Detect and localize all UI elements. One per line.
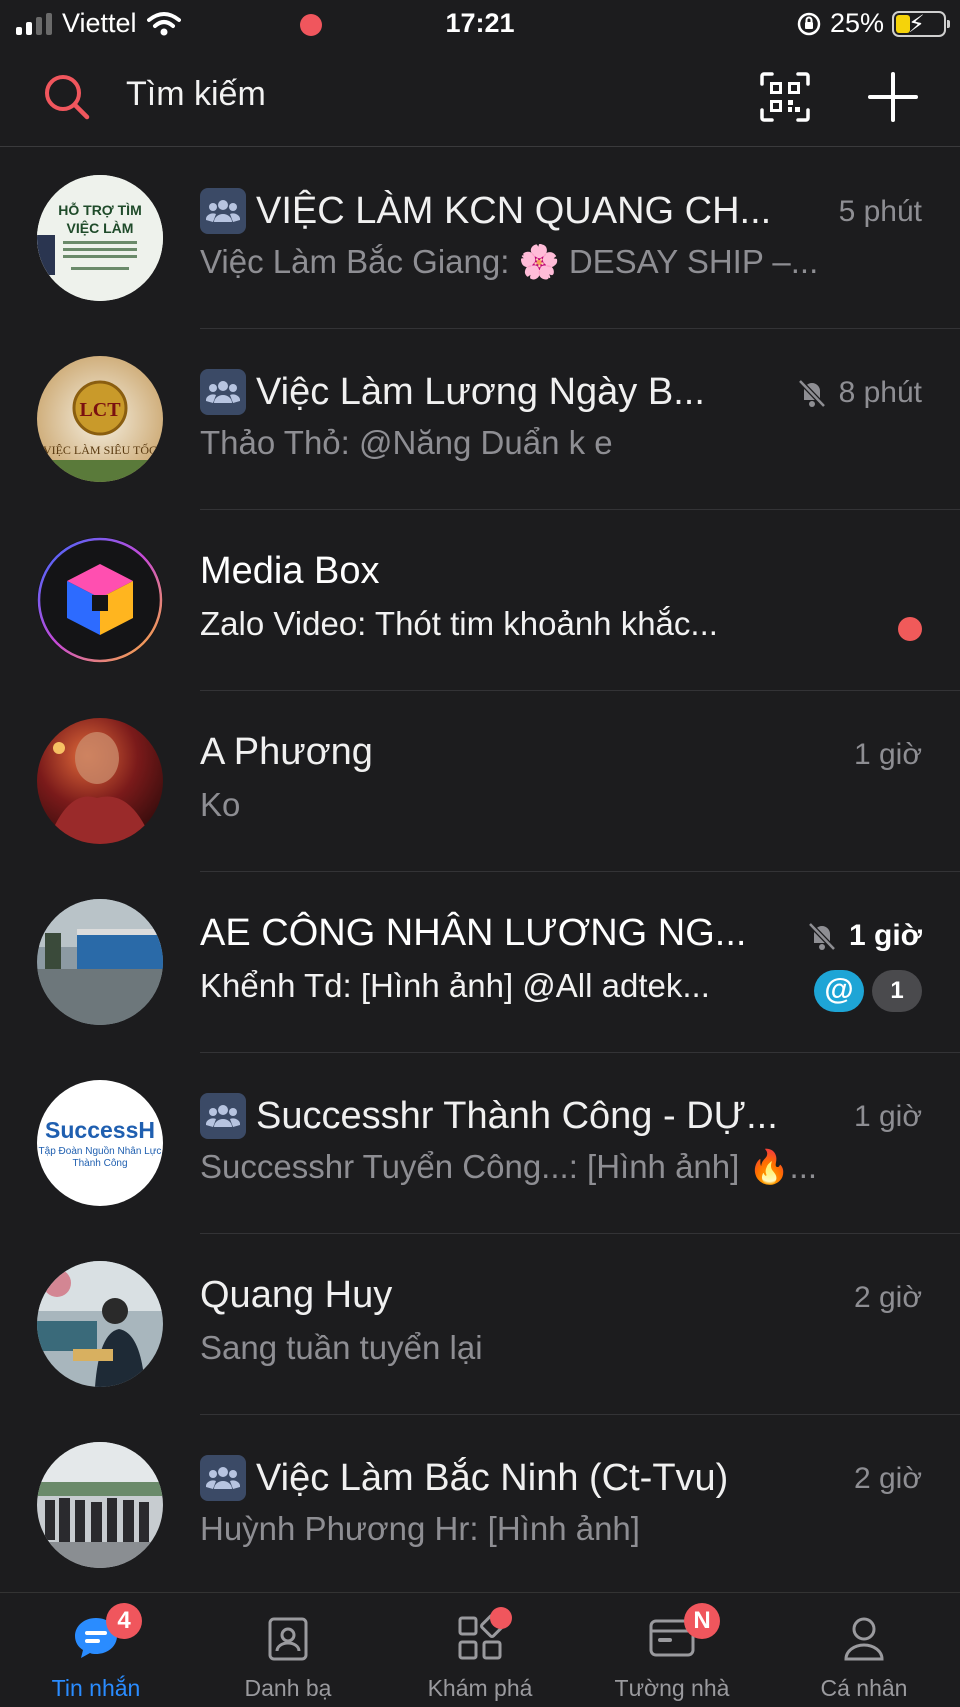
muted-bell-icon <box>797 379 826 408</box>
search-input[interactable]: Tìm kiếm <box>126 75 266 114</box>
group-icon <box>200 369 246 415</box>
svg-text:SuccessH: SuccessH <box>45 1117 155 1143</box>
conversation-item[interactable]: HỖ TRỢ TÌM VIỆC LÀM VIỆC LÀM KCN QUANG C… <box>0 148 960 329</box>
conversation-time: 1 giờ <box>853 738 922 771</box>
conversation-preview: Thảo Thỏ: @Năng Duẩn k e <box>200 424 613 461</box>
avatar <box>37 1261 163 1387</box>
avatar <box>37 899 163 1025</box>
unread-dot <box>898 617 922 641</box>
conversation-time: 1 giờ <box>853 1100 922 1133</box>
conversation-preview: Ko <box>200 786 241 823</box>
muted-bell-icon <box>808 922 836 951</box>
conversation-preview: Sang tuần tuyển lại <box>200 1329 483 1366</box>
conversation-title: Successhr Thành Công - DỰ... <box>256 1094 778 1137</box>
conversation-preview: Khểnh Td: [Hình ảnh] @All adtek... <box>200 967 710 1004</box>
conversation-time: 2 giờ <box>853 1462 922 1495</box>
conversation-title: Việc Làm Bắc Ninh (Ct-Tvu) <box>256 1456 729 1499</box>
notification-dot <box>300 14 322 36</box>
top-bar: Tìm kiếm <box>0 50 960 147</box>
conversation-time: 2 giờ <box>853 1281 922 1314</box>
conversation-title: Quang Huy <box>200 1274 393 1316</box>
conversation-time: 5 phút <box>838 195 922 228</box>
notification-dot <box>490 1607 512 1629</box>
svg-text:LCT: LCT <box>79 399 121 421</box>
conversation-preview: Huỳnh Phương Hr: [Hình ảnh] <box>200 1510 640 1547</box>
group-icon <box>200 1455 246 1501</box>
unread-count-badge: 1 <box>872 970 922 1012</box>
tab-contacts[interactable]: Danh bạ <box>192 14 384 1707</box>
avatar <box>37 718 163 844</box>
conversation-item[interactable]: Media Box Zalo Video: Thót tim khoảnh kh… <box>0 510 960 691</box>
tab-profile[interactable]: Cá nhân <box>768 1593 960 1707</box>
conversation-title: VIỆC LÀM KCN QUANG CH... <box>256 189 772 232</box>
search-icon[interactable] <box>42 72 92 122</box>
tab-discover[interactable]: Khám phá <box>384 1593 576 1707</box>
avatar: SuccessH Tập Đoàn Nguồn Nhân Lực Thành C… <box>37 1080 163 1206</box>
avatar <box>37 1442 163 1568</box>
qr-scan-icon[interactable] <box>760 72 810 122</box>
conversation-title: Media Box <box>200 550 380 592</box>
group-icon <box>200 188 246 234</box>
conversation-title: A Phương <box>200 731 373 773</box>
battery-icon: ⚡ <box>892 10 950 38</box>
avatar: LCT VIỆC LÀM SIÊU TỐC <box>37 356 163 482</box>
tab-label: Tường nhà <box>614 1675 730 1701</box>
conversation-item[interactable]: Việc Làm Bắc Ninh (Ct-Tvu) 2 giờ Huỳnh P… <box>0 1415 960 1596</box>
rotation-lock-icon <box>797 12 821 35</box>
avatar: HỖ TRỢ TÌM VIỆC LÀM <box>37 175 163 301</box>
conversation-preview: Việc Làm Bắc Giang: 🌸 DESAY SHIP –... <box>200 243 819 280</box>
svg-text:VIỆC LÀM SIÊU TỐC: VIỆC LÀM SIÊU TỐC <box>43 442 157 457</box>
mention-badge: @ <box>814 970 864 1012</box>
bottom-nav: 4 Tin nhắn Danh bạ Khám phá N Tường nhà <box>0 14 960 1707</box>
conversation-item[interactable]: Quang Huy 2 giờ Sang tuần tuyển lại <box>0 1234 960 1415</box>
tab-timeline[interactable]: N Tường nhà <box>576 1593 768 1707</box>
battery-percent: 25% <box>829 8 884 38</box>
conversation-preview: Successhr Tuyển Công...: [Hình ảnh] 🔥... <box>200 1148 818 1185</box>
svg-text:Thành Công: Thành Công <box>72 1158 127 1169</box>
svg-text:HỖ TRỢ TÌM: HỖ TRỢ TÌM <box>58 201 142 218</box>
tab-label: Danh bạ <box>244 1675 332 1701</box>
add-icon[interactable] <box>866 70 920 124</box>
conversation-item[interactable]: AE CÔNG NHÂN LƯƠNG NG... 1 giờ Khểnh Td:… <box>0 872 960 1053</box>
conversation-time: 8 phút <box>838 376 922 409</box>
tab-messages[interactable]: 4 Tin nhắn <box>0 1593 192 1707</box>
status-bar: Viettel 17:21 25% ⚡ <box>0 0 960 50</box>
tab-label: Cá nhân <box>820 1675 908 1701</box>
conversation-list: HỖ TRỢ TÌM VIỆC LÀM VIỆC LÀM KCN QUANG C… <box>0 148 960 1596</box>
new-badge: N <box>684 1603 720 1639</box>
conversation-title: AE CÔNG NHÂN LƯƠNG NG... <box>200 912 747 954</box>
svg-text:VIỆC LÀM: VIỆC LÀM <box>67 219 134 236</box>
tab-label: Tin nhắn <box>51 1675 141 1701</box>
unread-badge: 4 <box>106 1603 142 1639</box>
conversation-time: 1 giờ <box>848 919 922 952</box>
conversation-item[interactable]: A Phương 1 giờ Ko <box>0 691 960 872</box>
group-icon <box>200 1093 246 1139</box>
avatar <box>37 537 163 663</box>
conversation-item[interactable]: LCT VIỆC LÀM SIÊU TỐC Việc Làm Lương Ngà… <box>0 329 960 510</box>
tab-label: Khám phá <box>427 1675 533 1701</box>
conversation-item[interactable]: SuccessH Tập Đoàn Nguồn Nhân Lực Thành C… <box>0 1053 960 1234</box>
conversation-title: Việc Làm Lương Ngày B... <box>256 370 705 413</box>
conversation-preview: Zalo Video: Thót tim khoảnh khắc... <box>200 605 718 642</box>
contacts-icon <box>268 1617 308 1661</box>
svg-text:Tập Đoàn Nguồn Nhân Lực: Tập Đoàn Nguồn Nhân Lực <box>39 1145 162 1157</box>
person-icon <box>844 1617 884 1661</box>
